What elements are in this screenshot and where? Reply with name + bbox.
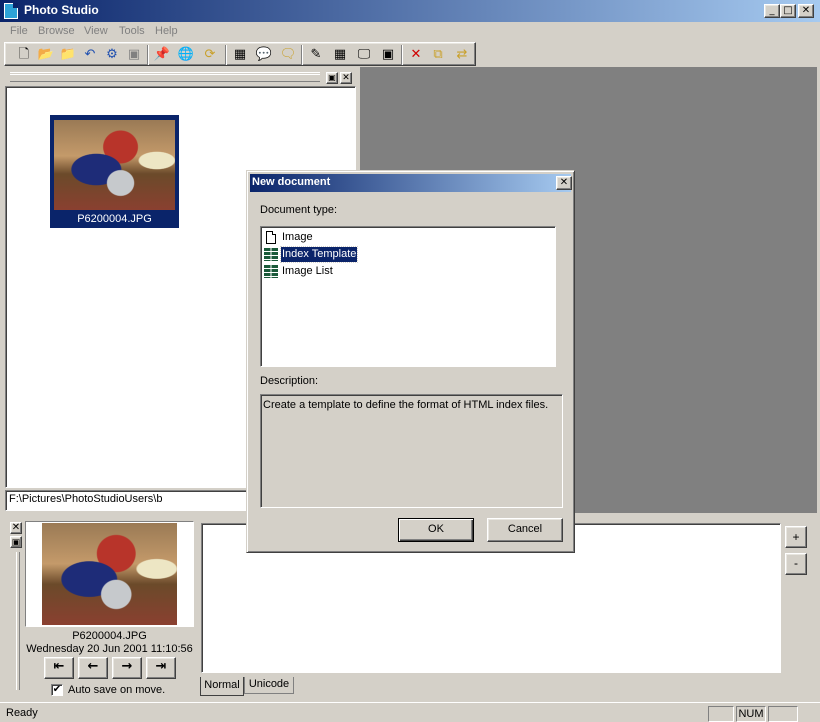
menu-file[interactable]: File: [10, 25, 28, 37]
maximize-button[interactable]: □: [780, 4, 796, 18]
pushpin-icon[interactable]: 📌: [153, 46, 171, 64]
autosave-checkbox[interactable]: ✔: [51, 684, 63, 696]
close-button[interactable]: ✕: [798, 4, 814, 18]
dialog-close-button[interactable]: ✕: [556, 176, 572, 190]
open-folder-icon[interactable]: 📁: [59, 46, 77, 64]
status-pane-num: NUM: [736, 706, 766, 722]
new-icon[interactable]: 🗋: [15, 46, 33, 64]
thumbnails-icon[interactable]: ▦: [231, 46, 249, 64]
save-icon[interactable]: ▣: [125, 46, 143, 64]
doctype-item-label: Image: [282, 231, 313, 243]
doctype-label: Document type:: [260, 204, 338, 216]
refresh-icon[interactable]: ⟳: [201, 46, 219, 64]
preview-date: Wednesday 20 Jun 2001 11:10:56: [26, 643, 193, 655]
panel-close-button[interactable]: ✕: [340, 72, 352, 84]
previous-button[interactable]: ←: [78, 657, 108, 679]
toolbar-separator: [401, 45, 403, 65]
doctype-item-label: Index Template: [279, 246, 359, 263]
status-pane-scroll: [768, 706, 798, 722]
zoom-out-button[interactable]: -: [785, 553, 807, 575]
doctype-item-image[interactable]: Image: [264, 230, 314, 246]
move-to-icon[interactable]: ⇄: [453, 46, 471, 64]
cancel-button[interactable]: Cancel: [487, 518, 563, 542]
thumbnail-label: P6200004.JPG: [77, 213, 152, 225]
copy-to-icon[interactable]: ⧉: [429, 46, 447, 64]
doctype-list[interactable]: Image Index Template Image List: [260, 226, 556, 367]
dialog-title-bar[interactable]: New document ✕: [250, 174, 572, 192]
template-grid-icon: [264, 247, 278, 261]
last-button[interactable]: ⇥: [146, 657, 176, 679]
window-title: Photo Studio: [24, 3, 99, 17]
menu-help[interactable]: Help: [155, 25, 178, 37]
globe-icon[interactable]: 🌐: [177, 46, 195, 64]
menu-tools[interactable]: Tools: [119, 25, 145, 37]
title-bar[interactable]: Photo Studio _ □ ✕: [0, 0, 820, 22]
preview-image[interactable]: [42, 523, 177, 625]
description-box: Create a template to define the format o…: [260, 394, 563, 508]
preview-close-icon[interactable]: ✕: [10, 522, 22, 534]
description-label: Description:: [260, 375, 319, 387]
doctype-item-label: Image List: [282, 265, 333, 277]
preview-splitter[interactable]: [16, 552, 20, 690]
toolbar-separator: [147, 45, 149, 65]
settings-icon[interactable]: ⚙: [103, 46, 121, 64]
path-field[interactable]: F:\Pictures\PhotoStudioUsers\b: [5, 490, 250, 511]
doctype-item-image-list[interactable]: Image List: [264, 264, 334, 280]
minimize-button[interactable]: _: [764, 4, 780, 18]
menu-view[interactable]: View: [84, 25, 108, 37]
slideshow-icon[interactable]: 🖵: [355, 46, 373, 64]
list-grid-icon: [264, 264, 278, 278]
zoom-in-button[interactable]: +: [785, 526, 807, 548]
menu-browse[interactable]: Browse: [38, 25, 75, 37]
first-button[interactable]: ⇤: [44, 657, 74, 679]
new-document-dialog: New document ✕ Document type: Image Inde…: [246, 170, 575, 553]
tab-unicode[interactable]: Unicode: [244, 677, 294, 694]
preview-dock-icon[interactable]: ▣: [10, 536, 22, 548]
tab-normal[interactable]: Normal: [200, 677, 244, 696]
pencil-icon[interactable]: ✎: [307, 46, 325, 64]
undo-icon[interactable]: ↶: [81, 46, 99, 64]
preview-filename: P6200004.JPG: [72, 630, 147, 642]
app-icon: [4, 3, 18, 19]
comments-icon[interactable]: 🗨: [279, 46, 297, 64]
fullscreen-icon[interactable]: ▣: [379, 46, 397, 64]
status-pane-caps: [708, 706, 734, 722]
doctype-item-index-template[interactable]: Index Template: [264, 246, 359, 263]
dock-button[interactable]: ▣: [326, 72, 338, 84]
toolbar-separator: [225, 45, 227, 65]
toolbar: 🗋 📂 📁 ↶ ⚙ ▣ 📌 🌐 ⟳ ▦ 💬 🗨 ✎ ▦ 🖵 ▣ ✕ ⧉ ⇄: [4, 42, 476, 66]
menu-bar: File Browse View Tools Help: [0, 22, 820, 42]
status-bar: Ready NUM: [0, 702, 820, 722]
grid-icon[interactable]: ▦: [331, 46, 349, 64]
thumbnail-image[interactable]: [54, 120, 175, 210]
document-icon: [266, 230, 276, 244]
comment-icon[interactable]: 💬: [255, 46, 273, 64]
toolbar-separator: [301, 45, 303, 65]
ok-button[interactable]: OK: [398, 518, 474, 542]
status-text: Ready: [6, 707, 38, 719]
delete-icon[interactable]: ✕: [407, 46, 425, 64]
panel-grip[interactable]: [10, 72, 320, 82]
open-icon[interactable]: 📂: [37, 46, 55, 64]
autosave-label: Auto save on move.: [68, 684, 166, 696]
dialog-title: New document: [252, 176, 331, 188]
next-button[interactable]: →: [112, 657, 142, 679]
